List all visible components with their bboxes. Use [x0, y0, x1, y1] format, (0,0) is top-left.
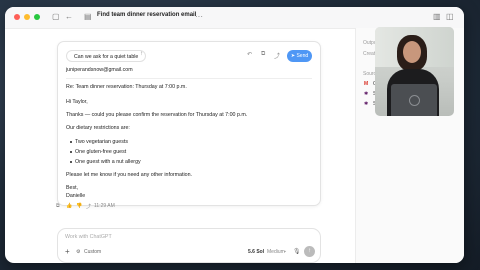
- ask-input[interactable]: Can we ask for a quiet table: [66, 50, 146, 62]
- layout-icon[interactable]: ▥: [433, 11, 441, 23]
- title-bar: ▢ ← ▤ Find team dinner reservation email…: [5, 7, 464, 29]
- share-icon[interactable]: ⤴: [86, 203, 91, 210]
- sidebar-toggle-icon[interactable]: ▢: [52, 11, 60, 23]
- email-paragraph: Please let me know if you need any other…: [66, 172, 193, 178]
- submit-arrow-icon[interactable]: ↑: [140, 51, 143, 57]
- send-button[interactable]: ➤ Send: [287, 50, 312, 62]
- list-item: One gluten-free guest: [75, 149, 127, 155]
- slack-icon: ✱: [364, 101, 369, 107]
- send-label: Send: [296, 53, 309, 59]
- composer: Work with ChatGPT + ⚙ Custom 5.6 Sol Med…: [57, 228, 321, 263]
- voice-mode-button[interactable]: ↑: [304, 246, 315, 257]
- bullet-icon: [70, 151, 72, 153]
- chevron-down-icon[interactable]: ⌄: [283, 248, 287, 254]
- send-icon: ➤: [290, 53, 296, 59]
- minimize-window-button[interactable]: [24, 14, 30, 20]
- custom-tools-icon[interactable]: ⚙: [76, 249, 80, 255]
- custom-label[interactable]: Custom: [84, 249, 101, 255]
- bullet-icon: [70, 141, 72, 143]
- maximize-window-button[interactable]: [34, 14, 40, 20]
- email-signature: Danielle: [66, 193, 86, 199]
- recipient-email[interactable]: juniperandsnow@gmail.com: [66, 67, 133, 73]
- list-item: One guest with a nut allergy: [75, 159, 141, 165]
- laptop-logo-icon: [409, 95, 420, 106]
- undo-icon[interactable]: ↶: [247, 51, 252, 58]
- email-paragraph: Our dietary restrictions are:: [66, 125, 130, 131]
- thumbs-down-icon[interactable]: 👎: [76, 203, 82, 209]
- document-icon: ▤: [84, 12, 92, 21]
- copy-icon[interactable]: ⧉: [261, 51, 265, 58]
- ask-text: Can we ask for a quiet table: [74, 54, 139, 60]
- person-face: [403, 41, 421, 63]
- close-window-button[interactable]: [14, 14, 20, 20]
- list-item: Two vegetarian guests: [75, 139, 128, 145]
- email-paragraph: Thanks — could you please confirm the re…: [66, 112, 248, 118]
- video-overlay[interactable]: [375, 27, 454, 116]
- model-selector[interactable]: 5.6 Sol: [248, 249, 264, 255]
- window-title: Find team dinner reservation email: [97, 12, 197, 18]
- email-signoff: Best,: [66, 185, 79, 191]
- thumbs-up-icon[interactable]: 👍: [66, 203, 72, 209]
- email-subject[interactable]: Re: Team dinner reservation: Thursday at…: [66, 84, 187, 90]
- slack-icon: ✱: [364, 91, 369, 97]
- message-time: 11:29 AM: [94, 203, 115, 209]
- gmail-icon: M: [364, 81, 369, 87]
- email-greeting: Hi Taylor,: [66, 99, 88, 105]
- share-icon[interactable]: ⤴: [274, 51, 280, 60]
- divider: [66, 78, 312, 79]
- copy-icon[interactable]: ⧉: [56, 203, 60, 209]
- email-draft-card: Can we ask for a quiet table ↑ ↶ ⧉ ⤴ ➤ S…: [57, 41, 321, 206]
- bullet-icon: [70, 161, 72, 163]
- microphone-icon[interactable]: 🎙: [293, 248, 301, 255]
- back-arrow-icon[interactable]: ←: [65, 11, 73, 23]
- add-icon[interactable]: +: [65, 248, 70, 256]
- panel-toggle-icon[interactable]: ◫: [446, 11, 454, 23]
- more-options-icon[interactable]: ···: [195, 11, 203, 23]
- composer-input[interactable]: Work with ChatGPT: [65, 234, 112, 240]
